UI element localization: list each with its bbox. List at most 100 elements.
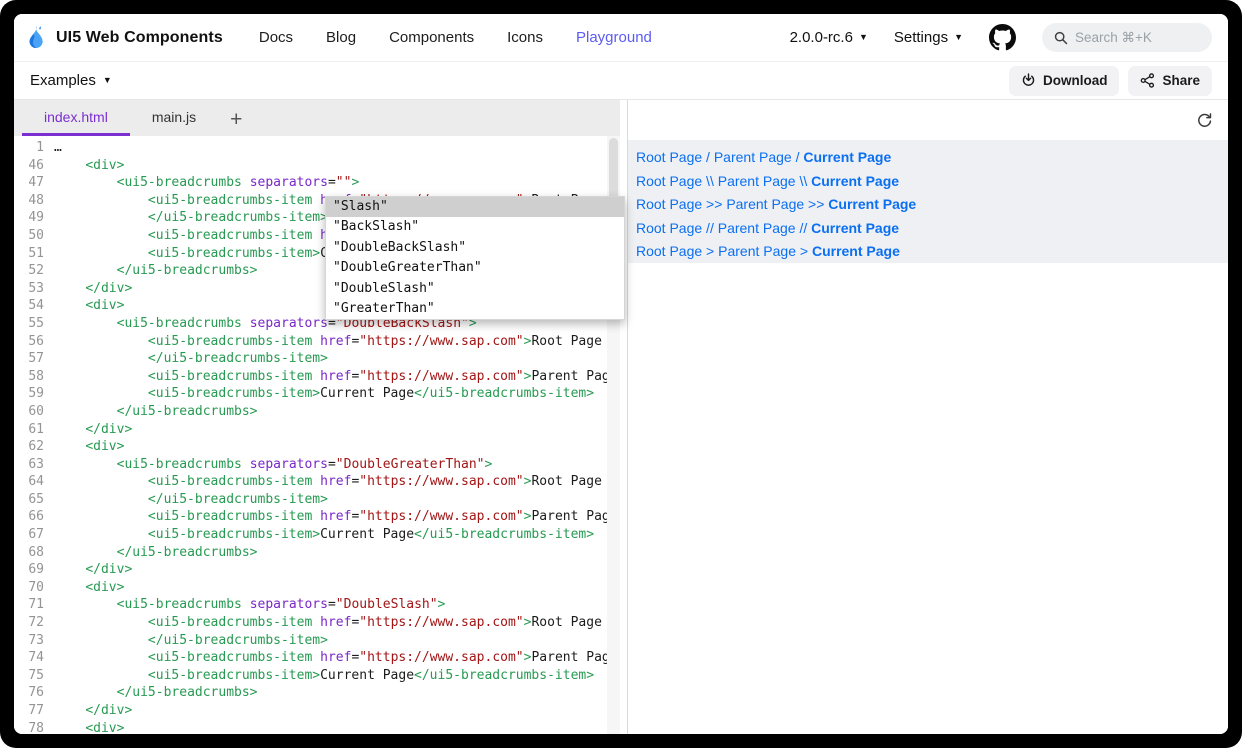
line-number: 72 — [14, 614, 44, 632]
code-line[interactable]: 59 <ui5-breadcrumbs-item>Current Page</u… — [14, 385, 620, 403]
breadcrumb-link[interactable]: Root Page — [636, 149, 702, 165]
playground-toolbar: Examples ▼ Download — [14, 62, 1228, 100]
breadcrumb-separator: / — [792, 149, 804, 165]
preview-topbar — [628, 100, 1228, 140]
search-placeholder: Search ⌘+K — [1075, 30, 1152, 46]
breadcrumb-row: Root Page > Parent Page > Current Page — [636, 240, 1228, 264]
line-text: </div> — [44, 421, 132, 439]
code-line[interactable]: 66 <ui5-breadcrumbs-item href="https://w… — [14, 508, 620, 526]
tab-index-html[interactable]: index.html — [22, 100, 130, 136]
autocomplete-option[interactable]: "DoubleGreaterThan" — [326, 258, 624, 278]
preview-pane: Root Page / Parent Page / Current PageRo… — [627, 100, 1228, 734]
line-number: 61 — [14, 421, 44, 439]
code-line[interactable]: 74 <ui5-breadcrumbs-item href="https://w… — [14, 649, 620, 667]
line-text: <div> — [44, 720, 124, 734]
line-text: <div> — [44, 579, 124, 597]
nav-item-components[interactable]: Components — [389, 29, 474, 46]
nav-item-docs[interactable]: Docs — [259, 29, 293, 46]
line-number: 77 — [14, 702, 44, 720]
line-number: 50 — [14, 227, 44, 245]
code-line[interactable]: 68 </ui5-breadcrumbs> — [14, 544, 620, 562]
code-line[interactable]: 56 <ui5-breadcrumbs-item href="https://w… — [14, 333, 620, 351]
code-line[interactable]: 77 </div> — [14, 702, 620, 720]
breadcrumb-link[interactable]: Parent Page — [726, 196, 804, 212]
line-number: 53 — [14, 280, 44, 298]
code-line[interactable]: 1… — [14, 139, 620, 157]
code-line[interactable]: 64 <ui5-breadcrumbs-item href="https://w… — [14, 473, 620, 491]
version-dropdown[interactable]: 2.0.0-rc.6 ▼ — [790, 29, 868, 46]
brand-home-link[interactable]: UI5 Web Components — [25, 24, 223, 51]
code-line[interactable]: 60 </ui5-breadcrumbs> — [14, 403, 620, 421]
code-line[interactable]: 58 <ui5-breadcrumbs-item href="https://w… — [14, 368, 620, 386]
autocomplete-option[interactable]: "Slash" — [326, 197, 624, 217]
breadcrumb-separator: // — [796, 220, 812, 236]
code-line[interactable]: 63 <ui5-breadcrumbs separators="DoubleGr… — [14, 456, 620, 474]
line-text: <ui5-breadcrumbs-item href="https://www.… — [44, 333, 602, 351]
settings-dropdown[interactable]: Settings ▼ — [894, 29, 963, 46]
code-line[interactable]: 75 <ui5-breadcrumbs-item>Current Page</u… — [14, 667, 620, 685]
breadcrumb-row: Root Page \\ Parent Page \\ Current Page — [636, 170, 1228, 194]
new-tab-button[interactable]: + — [218, 104, 254, 136]
line-text: <ui5-breadcrumbs separators="DoubleSlash… — [44, 596, 445, 614]
breadcrumb-link[interactable]: Root Page — [636, 243, 702, 259]
window-frame: UI5 Web Components Docs Blog Components … — [0, 0, 1242, 748]
code-line[interactable]: 67 <ui5-breadcrumbs-item>Current Page</u… — [14, 526, 620, 544]
code-line[interactable]: 72 <ui5-breadcrumbs-item href="https://w… — [14, 614, 620, 632]
autocomplete-option[interactable]: "DoubleBackSlash" — [326, 238, 624, 258]
breadcrumb-link[interactable]: Root Page — [636, 220, 702, 236]
breadcrumb-link[interactable]: Root Page — [636, 173, 702, 189]
code-line[interactable]: 73 </ui5-breadcrumbs-item> — [14, 632, 620, 650]
autocomplete-option[interactable]: "BackSlash" — [326, 217, 624, 237]
breadcrumb-row: Root Page >> Parent Page >> Current Page — [636, 193, 1228, 217]
line-text: </ui5-breadcrumbs> — [44, 262, 258, 280]
autocomplete-option[interactable]: "DoubleSlash" — [326, 279, 624, 299]
line-number: 1 — [14, 139, 44, 157]
breadcrumb-link[interactable]: Parent Page — [718, 220, 796, 236]
chevron-down-icon: ▼ — [954, 33, 963, 42]
breadcrumb-current: Current Page — [812, 243, 900, 259]
share-icon — [1140, 73, 1155, 88]
toolbar-actions: Download Share — [1009, 66, 1212, 96]
code-line[interactable]: 57 </ui5-breadcrumbs-item> — [14, 350, 620, 368]
breadcrumb-link[interactable]: Root Page — [636, 196, 702, 212]
line-number: 56 — [14, 333, 44, 351]
code-line[interactable]: 47 <ui5-breadcrumbs separators=""> — [14, 174, 620, 192]
nav-item-playground[interactable]: Playground — [576, 29, 652, 46]
line-number: 49 — [14, 209, 44, 227]
code-line[interactable]: 78 <div> — [14, 720, 620, 734]
line-text: </ui5-breadcrumbs-item> — [44, 350, 328, 368]
breadcrumb-current: Current Page — [803, 149, 891, 165]
nav-item-icons[interactable]: Icons — [507, 29, 543, 46]
breadcrumb-link[interactable]: Parent Page — [714, 149, 792, 165]
line-number: 51 — [14, 245, 44, 263]
code-line[interactable]: 71 <ui5-breadcrumbs separators="DoubleSl… — [14, 596, 620, 614]
editor-tabbar: index.html main.js + — [14, 100, 620, 136]
line-text: <div> — [44, 297, 124, 315]
line-text: </ui5-breadcrumbs> — [44, 544, 258, 562]
line-text: </div> — [44, 561, 132, 579]
share-button[interactable]: Share — [1128, 66, 1212, 96]
nav-item-blog[interactable]: Blog — [326, 29, 356, 46]
breadcrumb-link[interactable]: Parent Page — [718, 243, 796, 259]
line-text: <ui5-breadcrumbs-item href="https://www.… — [44, 508, 620, 526]
download-button[interactable]: Download — [1009, 66, 1120, 96]
search-input[interactable]: Search ⌘+K — [1042, 23, 1212, 52]
breadcrumb-link[interactable]: Parent Page — [718, 173, 796, 189]
code-line[interactable]: 61 </div> — [14, 421, 620, 439]
reload-icon[interactable] — [1196, 112, 1213, 129]
line-text: <ui5-breadcrumbs-item>Current Page</ui5-… — [44, 385, 594, 403]
line-text: </ui5-breadcrumbs-item> — [44, 632, 328, 650]
code-line[interactable]: 70 <div> — [14, 579, 620, 597]
examples-dropdown[interactable]: Examples ▼ — [30, 72, 112, 89]
version-label: 2.0.0-rc.6 — [790, 29, 853, 46]
code-line[interactable]: 46 <div> — [14, 157, 620, 175]
line-number: 62 — [14, 438, 44, 456]
github-icon[interactable] — [989, 24, 1016, 51]
code-line[interactable]: 62 <div> — [14, 438, 620, 456]
code-line[interactable]: 65 </ui5-breadcrumbs-item> — [14, 491, 620, 509]
code-line[interactable]: 76 </ui5-breadcrumbs> — [14, 684, 620, 702]
code-line[interactable]: 69 </div> — [14, 561, 620, 579]
line-text: <ui5-breadcrumbs-item>Current Page</ui5-… — [44, 667, 594, 685]
autocomplete-option[interactable]: "GreaterThan" — [326, 299, 624, 319]
tab-main-js[interactable]: main.js — [130, 100, 218, 136]
